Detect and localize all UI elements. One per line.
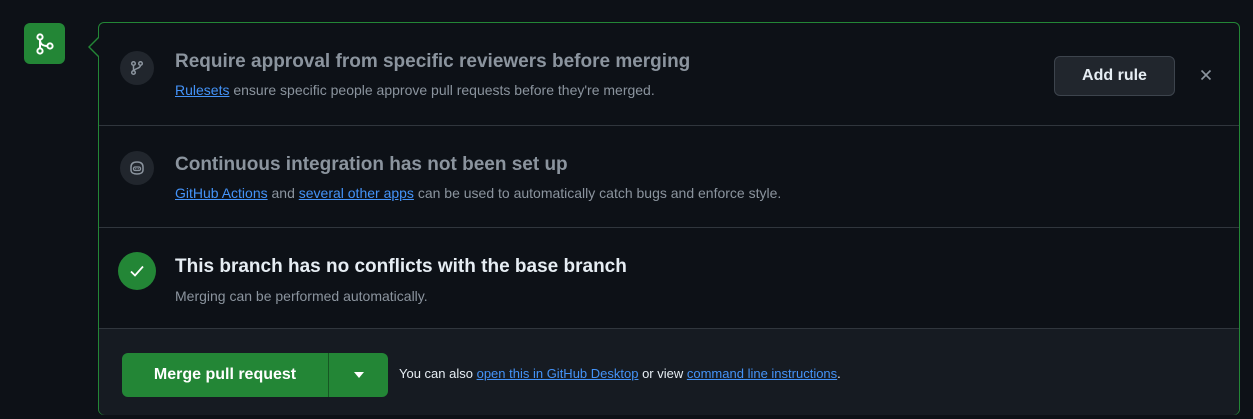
git-branch-icon: [130, 60, 144, 76]
conflicts-section: This branch has no conflicts with the ba…: [99, 228, 1239, 329]
triangle-down-icon: [353, 372, 364, 378]
command-line-instructions-link[interactable]: command line instructions: [687, 366, 837, 381]
merge-alternatives-text: You can also open this in GitHub Desktop…: [399, 366, 841, 381]
conflicts-description: Merging can be performed automatically.: [175, 288, 428, 304]
merge-method-dropdown-button[interactable]: [329, 353, 388, 397]
rulesets-link[interactable]: Rulesets: [175, 82, 229, 98]
add-rule-button[interactable]: Add rule: [1054, 56, 1175, 96]
merge-box: Require approval from specific reviewers…: [98, 22, 1240, 415]
merge-action-section: Merge pull request You can also open thi…: [99, 329, 1239, 415]
ci-section: Continuous integration has not been set …: [99, 126, 1239, 228]
github-actions-link[interactable]: GitHub Actions: [175, 185, 268, 201]
copilot-icon: [130, 161, 144, 175]
merge-pull-request-button[interactable]: Merge pull request: [122, 353, 329, 397]
reviewers-icon-circle: [120, 51, 154, 85]
merge-button-group: Merge pull request: [122, 353, 388, 397]
timeline-caret-inner: [90, 38, 99, 56]
git-merge-icon: [35, 32, 54, 55]
reviewers-title: Require approval from specific reviewers…: [175, 51, 691, 72]
close-icon: [1200, 69, 1212, 81]
conflicts-icon-circle: [118, 252, 156, 290]
ci-description: GitHub Actions and several other apps ca…: [175, 185, 782, 201]
other-apps-link[interactable]: several other apps: [299, 185, 414, 201]
check-icon: [130, 265, 144, 277]
ci-icon-circle: [120, 151, 154, 185]
ci-title: Continuous integration has not been set …: [175, 154, 568, 175]
reviewers-section: Require approval from specific reviewers…: [99, 23, 1239, 126]
merge-status-icon-box: [24, 23, 65, 64]
conflicts-title: This branch has no conflicts with the ba…: [175, 256, 627, 277]
reviewers-description: Rulesets ensure specific people approve …: [175, 82, 655, 98]
github-desktop-link[interactable]: open this in GitHub Desktop: [477, 366, 639, 381]
dismiss-button[interactable]: [1196, 65, 1216, 85]
